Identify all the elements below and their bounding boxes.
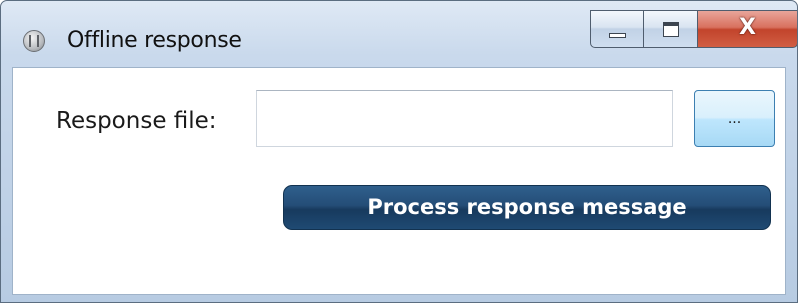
close-icon: X <box>739 15 756 40</box>
app-icon <box>23 30 45 52</box>
response-file-label: Response file: <box>56 108 217 134</box>
dialog-content: Response file: ... Process response mess… <box>12 67 786 295</box>
maximize-icon <box>663 22 679 37</box>
response-file-input[interactable] <box>256 90 673 147</box>
browse-button[interactable]: ... <box>694 90 775 147</box>
title-bar[interactable]: Offline response X <box>1 1 797 65</box>
maximize-button[interactable] <box>644 10 698 48</box>
window-title: Offline response <box>67 28 242 53</box>
process-response-button[interactable]: Process response message <box>283 185 771 230</box>
dialog-window: Offline response X Response file: ... Pr… <box>0 0 798 303</box>
window-controls: X <box>590 10 797 50</box>
minimize-button[interactable] <box>590 10 644 48</box>
minimize-icon <box>609 33 626 38</box>
close-button[interactable]: X <box>698 10 797 48</box>
